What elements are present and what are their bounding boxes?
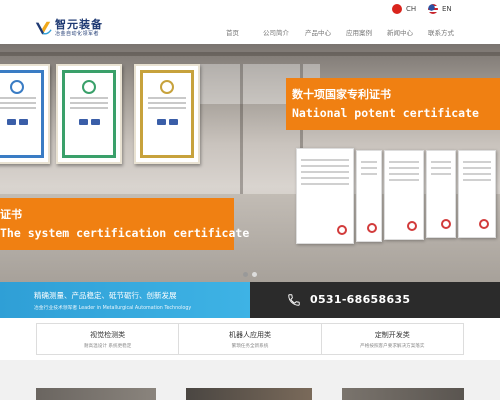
main-nav: 首页 公司简介 产品中心 应用案例 新闻中心 联系方式 [226, 27, 454, 37]
patent-certificate [458, 150, 496, 238]
service-title: 定制开发类 [374, 331, 410, 339]
china-flag-icon [392, 4, 402, 14]
patent-certificate [356, 150, 382, 242]
system-certificate [0, 64, 50, 164]
patent-certificate [296, 148, 354, 244]
service-desc: 繁琐任务全新系统 [231, 344, 269, 349]
us-flag-icon [428, 4, 438, 14]
language-en[interactable]: EN [428, 4, 452, 14]
patent-caption-box: 数十项国家专利证书 National potent certificate [286, 78, 500, 130]
slider-dot[interactable] [243, 272, 248, 277]
system-certificate [56, 64, 122, 164]
phone-icon [288, 294, 300, 306]
logo-title: 智元装备 [55, 18, 103, 31]
slogan-panel: 精确测量、产品稳定、砥节砺行、创新发展 冶金行业技术领军者 Leader in … [0, 282, 250, 318]
service-robot-application[interactable]: 机器人应用类 繁琐任务全新系统 [179, 324, 322, 354]
slider-dot[interactable] [252, 272, 257, 277]
hall-ceiling-beam [0, 52, 500, 56]
phone-panel[interactable]: 0531-68658635 [250, 282, 500, 318]
patent-certificate [384, 150, 424, 240]
nav-item-home[interactable]: 首页 [226, 27, 239, 37]
nav-item-news[interactable]: 新闻中心 [387, 27, 413, 37]
product-row [0, 360, 500, 400]
system-caption-cn: 证书 [0, 208, 22, 221]
system-caption-en: The system certification certificate [0, 226, 250, 240]
system-certificate [134, 64, 200, 164]
nav-item-about[interactable]: 公司简介 [263, 27, 289, 37]
hall-column [240, 64, 243, 194]
service-custom-development[interactable]: 定制开发类 严格按照客户要求解决方案落实 [321, 324, 463, 354]
system-caption-box: 证书 The system certification certificate [0, 198, 249, 250]
service-vision-inspection[interactable]: 视觉检测类 耐高温设计 系统更稳定 [37, 324, 180, 354]
patent-caption-en: National potent certificate [292, 106, 479, 120]
language-cn-label: CH [406, 5, 417, 13]
product-thumbnail[interactable] [186, 388, 312, 400]
product-thumbnail[interactable] [36, 388, 156, 400]
patent-certificate [426, 150, 456, 238]
logo[interactable]: 智元装备 冶金自动化领军者 [34, 18, 103, 37]
service-desc: 严格按照客户要求解决方案落实 [360, 344, 425, 349]
service-title: 视觉检测类 [90, 331, 126, 339]
patent-caption-cn: 数十项国家专利证书 [292, 88, 391, 101]
language-en-label: EN [442, 5, 452, 13]
service-desc: 耐高温设计 系统更稳定 [83, 344, 132, 349]
nav-item-contact[interactable]: 联系方式 [428, 27, 454, 37]
language-cn[interactable]: CH [392, 4, 416, 14]
product-thumbnail[interactable] [342, 388, 464, 400]
slogan-subtitle: 冶金行业技术领军者 Leader in Metallurgical Automa… [34, 306, 192, 311]
language-bar: CH EN [0, 0, 500, 18]
nav-item-products[interactable]: 产品中心 [305, 27, 331, 37]
service-list: 视觉检测类 耐高温设计 系统更稳定 机器人应用类 繁琐任务全新系统 定制开发类 … [36, 323, 464, 355]
service-title: 机器人应用类 [228, 331, 271, 339]
slogan-title: 精确测量、产品稳定、砥节砺行、创新发展 [34, 291, 177, 300]
nav-item-cases[interactable]: 应用案例 [346, 27, 372, 37]
slider-dots [243, 272, 257, 277]
logo-mark-icon [35, 21, 52, 35]
hero-banner[interactable]: 数十项国家专利证书 National potent certificate 证书… [0, 44, 500, 282]
info-strip: 精确测量、产品稳定、砥节砺行、创新发展 冶金行业技术领军者 Leader in … [0, 282, 500, 318]
logo-subtitle: 冶金自动化领军者 [55, 31, 100, 37]
phone-number[interactable]: 0531-68658635 [310, 293, 410, 306]
